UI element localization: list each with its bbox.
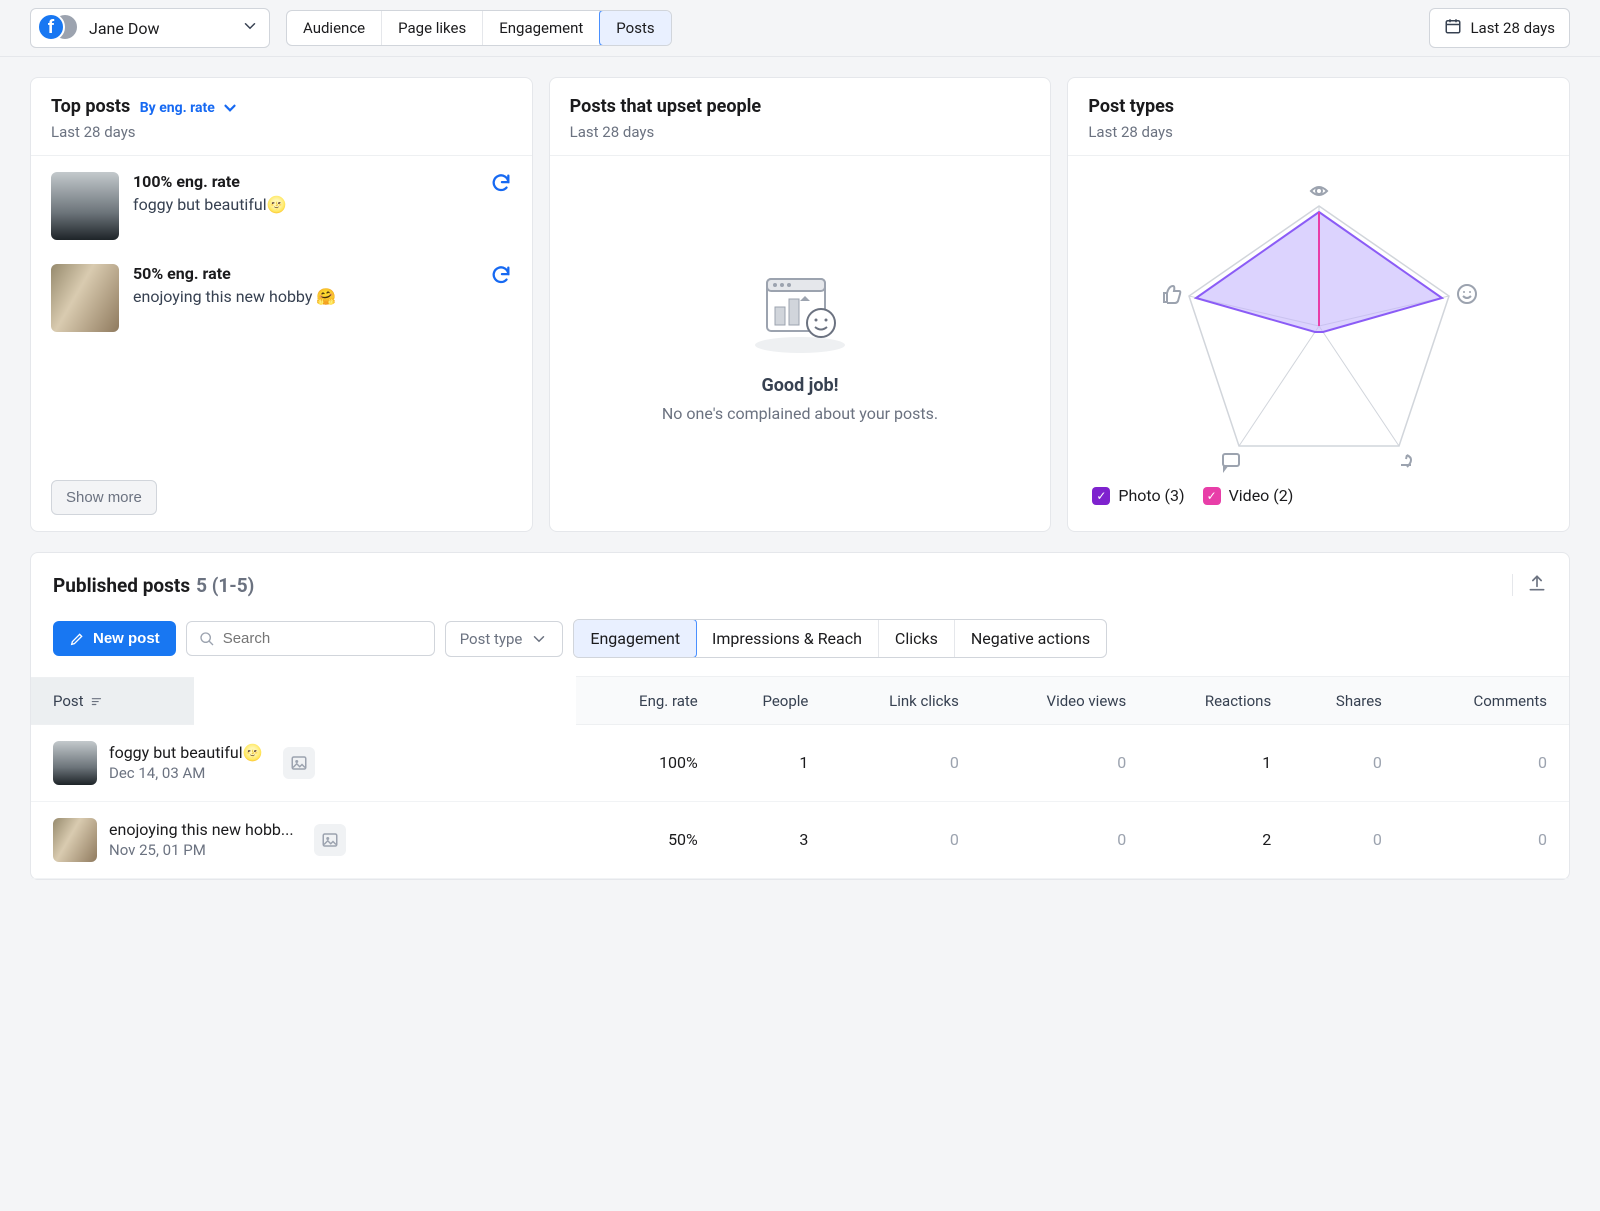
post-types-title: Post types (1088, 96, 1549, 117)
search-icon (199, 631, 215, 647)
cell-eng-rate: 100% (576, 725, 708, 802)
tab-page-likes[interactable]: Page likes (382, 11, 483, 45)
facebook-icon (37, 13, 65, 41)
cell-video-views: 0 (969, 725, 1136, 802)
search-input-wrapper[interactable] (186, 621, 435, 656)
upset-title: Posts that upset people (570, 96, 1031, 117)
post-thumbnail (51, 172, 119, 240)
search-input[interactable] (223, 630, 422, 647)
posts-table: Post Eng. rate People Link clicks Video … (31, 676, 1569, 879)
post-thumbnail (53, 741, 97, 785)
image-icon (283, 747, 315, 779)
image-icon (314, 824, 346, 856)
new-post-button[interactable]: New post (53, 621, 176, 656)
published-posts-section: Published posts 5 (1-5) New post Post ty… (30, 552, 1570, 880)
col-header-link-clicks[interactable]: Link clicks (818, 677, 969, 725)
upset-posts-card: Posts that upset people Last 28 days (549, 77, 1052, 532)
empty-state: Good job! No one's complained about your… (570, 172, 1031, 515)
chevron-down-icon (241, 17, 259, 39)
table-row[interactable]: enojoying this new hobb... Nov 25, 01 PM… (31, 801, 1569, 878)
col-header-shares[interactable]: Shares (1281, 677, 1392, 725)
post-types-card: Post types Last 28 days (1067, 77, 1570, 532)
cell-eng-rate: 50% (576, 801, 708, 878)
page-name: Jane Dow (89, 19, 231, 38)
post-thumbnail (51, 264, 119, 332)
cell-comments: 0 (1392, 725, 1569, 802)
top-post-item[interactable]: 100% eng. rate foggy but beautiful🌝 (51, 172, 512, 240)
cell-reactions: 2 (1136, 801, 1281, 878)
col-header-comments[interactable]: Comments (1392, 677, 1569, 725)
top-posts-subtitle: Last 28 days (51, 123, 512, 141)
cell-link-clicks: 0 (818, 725, 969, 802)
date-range-label: Last 28 days (1470, 19, 1555, 37)
cell-comments: 0 (1392, 801, 1569, 878)
date-range-picker[interactable]: Last 28 days (1429, 8, 1570, 48)
col-header-people[interactable]: People (708, 677, 819, 725)
metric-tab-impressions[interactable]: Impressions & Reach (696, 620, 879, 657)
metric-tab-negative[interactable]: Negative actions (955, 620, 1106, 657)
chevron-down-icon (221, 99, 239, 117)
post-date: Nov 25, 01 PM (109, 841, 294, 859)
post-title: enojoying this new hobb... (109, 820, 294, 839)
table-row[interactable]: foggy but beautiful🌝 Dec 14, 03 AM 100% … (31, 725, 1569, 802)
post-caption: foggy but beautiful🌝 (133, 195, 476, 214)
legend-photo[interactable]: ✓ Photo (3) (1092, 486, 1184, 505)
tab-posts[interactable]: Posts (599, 10, 671, 46)
post-eng-rate: 100% eng. rate (133, 172, 476, 191)
legend-video[interactable]: ✓ Video (2) (1203, 486, 1294, 505)
refresh-icon[interactable] (490, 172, 512, 199)
top-posts-title: Top posts (51, 96, 130, 117)
top-posts-sort[interactable]: By eng. rate (140, 99, 239, 117)
published-count: 5 (1-5) (196, 574, 254, 597)
top-posts-card: Top posts By eng. rate Last 28 days 100%… (30, 77, 533, 532)
cell-people: 1 (708, 725, 819, 802)
page-avatar-stack (37, 13, 79, 43)
top-post-item[interactable]: 50% eng. rate enojoying this new hobby 🤗 (51, 264, 512, 332)
tab-audience[interactable]: Audience (287, 11, 382, 45)
main-tabs: Audience Page likes Engagement Posts (286, 10, 672, 46)
legend: ✓ Photo (3) ✓ Video (2) (1088, 486, 1549, 515)
metric-tab-engagement[interactable]: Engagement (573, 619, 697, 658)
col-header-reactions[interactable]: Reactions (1136, 677, 1281, 725)
upset-subtitle: Last 28 days (570, 123, 1031, 141)
post-thumbnail (53, 818, 97, 862)
post-title: foggy but beautiful🌝 (109, 743, 263, 762)
cell-shares: 0 (1281, 801, 1392, 878)
cell-video-views: 0 (969, 801, 1136, 878)
radar-chart (1088, 166, 1549, 486)
post-type-filter[interactable]: Post type (445, 621, 564, 657)
post-types-subtitle: Last 28 days (1088, 123, 1549, 141)
pencil-icon (69, 631, 85, 647)
metric-tabs: Engagement Impressions & Reach Clicks Ne… (573, 619, 1107, 658)
export-icon[interactable] (1527, 573, 1547, 597)
checkbox-icon: ✓ (1203, 487, 1221, 505)
empty-illustration-icon (745, 265, 855, 355)
published-title: Published posts (53, 574, 190, 597)
cell-people: 3 (708, 801, 819, 878)
topbar: Jane Dow Audience Page likes Engagement … (0, 0, 1600, 57)
cell-shares: 0 (1281, 725, 1392, 802)
col-header-post[interactable]: Post (31, 677, 194, 725)
col-header-eng-rate[interactable]: Eng. rate (576, 677, 708, 725)
empty-description: No one's complained about your posts. (662, 404, 938, 423)
tab-engagement[interactable]: Engagement (483, 11, 600, 45)
cell-link-clicks: 0 (818, 801, 969, 878)
show-more-button[interactable]: Show more (51, 480, 157, 515)
refresh-icon[interactable] (490, 264, 512, 291)
checkbox-icon: ✓ (1092, 487, 1110, 505)
col-header-video-views[interactable]: Video views (969, 677, 1136, 725)
sort-icon (90, 694, 104, 708)
page-selector[interactable]: Jane Dow (30, 8, 270, 48)
chevron-down-icon (530, 630, 548, 648)
empty-title: Good job! (761, 375, 838, 396)
calendar-icon (1444, 17, 1462, 39)
divider (1512, 574, 1513, 596)
post-eng-rate: 50% eng. rate (133, 264, 476, 283)
metric-tab-clicks[interactable]: Clicks (879, 620, 955, 657)
post-date: Dec 14, 03 AM (109, 764, 263, 782)
post-caption: enojoying this new hobby 🤗 (133, 287, 476, 306)
cell-reactions: 1 (1136, 725, 1281, 802)
